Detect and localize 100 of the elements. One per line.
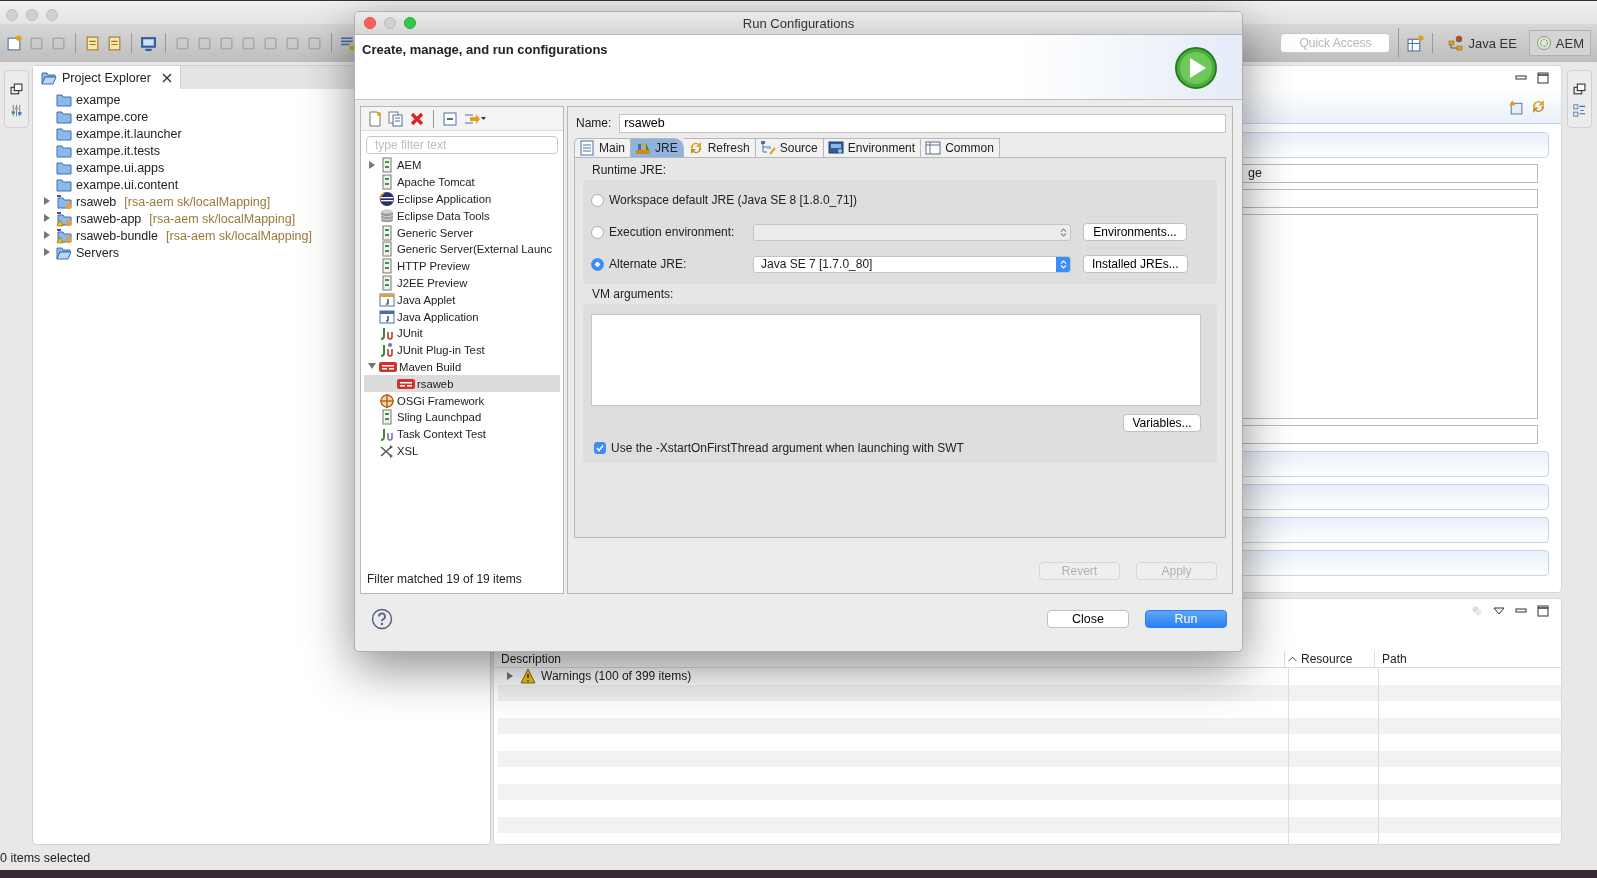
server-icon — [379, 258, 395, 275]
collapse-all-icon[interactable] — [442, 110, 458, 127]
configuration-item[interactable]: Java Applet — [364, 291, 560, 309]
radio-option[interactable]: Alternate JRE: — [591, 257, 741, 271]
configuration-item[interactable]: HTTP Preview — [364, 257, 560, 275]
folder-icon — [56, 159, 72, 176]
checkbox-option[interactable]: Use the -XstartOnFirstThread argument when launching with SWT — [591, 441, 1201, 455]
link-icon[interactable] — [106, 34, 123, 52]
aem-icon — [1535, 35, 1552, 51]
configuration-item[interactable]: Generic Server — [364, 224, 560, 241]
sliders-icon[interactable] — [10, 104, 23, 117]
restore-icon[interactable] — [10, 83, 23, 96]
server-icon — [379, 157, 395, 174]
help-icon[interactable] — [371, 608, 393, 630]
close-button[interactable] — [364, 17, 376, 29]
column-header[interactable]: Resource — [1284, 651, 1374, 667]
sync-icon[interactable] — [1530, 98, 1547, 115]
configuration-item[interactable]: Eclipse Data Tools — [364, 207, 560, 225]
configuration-item[interactable]: Java Application — [364, 308, 560, 325]
table-cell[interactable]: Warnings (100 of 399 items) — [498, 668, 1288, 685]
push-button[interactable]: Environments... — [1083, 223, 1187, 241]
name-label: Name: — [576, 116, 612, 130]
collapsed-arrow-icon[interactable] — [43, 214, 52, 223]
test-task-icon — [379, 426, 395, 443]
outline-icon[interactable] — [1573, 104, 1586, 117]
radio-option[interactable]: Execution environment: — [591, 225, 741, 239]
variables-button[interactable]: Variables... — [1123, 414, 1201, 432]
collapsed-arrow-icon[interactable] — [43, 248, 52, 257]
vm-arguments-field[interactable] — [591, 314, 1201, 406]
radio-button[interactable] — [591, 257, 604, 271]
project-warning-icon — [56, 227, 72, 244]
configuration-item[interactable]: JUnit Plug-in Test — [364, 341, 560, 359]
configuration-item[interactable]: Maven Build — [364, 358, 560, 376]
radio-option[interactable]: Workspace default JRE (Java SE 8 [1.8.0_71]) — [591, 193, 857, 207]
delete-icon[interactable] — [409, 110, 425, 127]
application-window-icon — [379, 308, 395, 325]
tab[interactable]: Environment — [823, 138, 922, 157]
publish-icon[interactable] — [1507, 98, 1524, 115]
repository-tag: [rsa-aem sk/localMapping] — [166, 228, 312, 243]
column-header[interactable]: Description — [494, 651, 1284, 667]
checkbox[interactable] — [594, 442, 606, 454]
maven-icon — [397, 377, 415, 390]
repository-tag: [rsa-aem sk/localMapping] — [149, 211, 296, 226]
quick-access-field[interactable]: Quick Access — [1280, 33, 1391, 53]
close-icon[interactable] — [161, 72, 172, 83]
dropdown[interactable]: Java SE 7 [1.7.0_80] — [753, 255, 1071, 273]
duplicate-icon[interactable] — [388, 110, 404, 127]
stepper-arrows-icon[interactable] — [1056, 256, 1070, 272]
column-header[interactable]: Path — [1374, 651, 1561, 667]
configuration-item[interactable]: Sling Launchpad — [364, 408, 560, 426]
filter-status: Filter matched 19 of 19 items — [366, 572, 523, 588]
maximize-icon[interactable] — [1537, 72, 1549, 84]
tab[interactable]: Source — [755, 138, 824, 157]
zoom-button[interactable] — [404, 17, 416, 29]
library-icon — [635, 140, 651, 156]
configuration-item[interactable]: Task Context Test — [364, 425, 560, 443]
perspective-button[interactable]: Java EE — [1441, 30, 1524, 56]
console-icon[interactable] — [140, 34, 157, 52]
open-folder-icon — [41, 69, 57, 86]
new-file-icon[interactable] — [367, 110, 383, 127]
configuration-item[interactable]: Eclipse Application — [364, 190, 560, 208]
open-perspective-icon[interactable] — [1407, 34, 1425, 52]
restore-icon[interactable] — [1573, 83, 1586, 96]
collapsed-arrow-icon[interactable] — [506, 671, 515, 681]
server-icon — [379, 274, 395, 291]
configuration-item[interactable]: rsaweb — [364, 375, 560, 393]
configuration-item[interactable]: J2EE Preview — [364, 274, 560, 292]
configuration-item[interactable]: OSGi Framework — [364, 392, 560, 409]
tab[interactable]: Refresh — [683, 138, 756, 157]
view-menu-icon[interactable] — [1493, 605, 1505, 617]
view-tab[interactable]: Project Explorer — [33, 66, 181, 89]
monitor-icon — [827, 140, 844, 156]
configuration-item[interactable]: AEM — [364, 157, 560, 174]
collapsed-arrow-icon[interactable] — [368, 160, 377, 170]
perspective-button[interactable]: AEM — [1528, 30, 1591, 56]
tab[interactable]: Main — [574, 138, 631, 157]
task-icon[interactable] — [84, 34, 101, 52]
radio-button[interactable] — [591, 225, 604, 239]
configuration-item[interactable]: XSL — [364, 442, 560, 460]
configuration-item[interactable]: Generic Server(External Launc — [364, 241, 560, 258]
configuration-item[interactable]: JUnit — [364, 324, 560, 342]
tab[interactable]: JRE — [631, 138, 684, 157]
filter-field[interactable]: type filter text — [366, 136, 558, 154]
crossed-arrows-icon — [379, 442, 395, 459]
server-icon — [379, 224, 395, 241]
applet-window-icon — [379, 291, 395, 308]
new-icon[interactable] — [6, 34, 23, 52]
radio-button[interactable] — [591, 193, 604, 207]
test-icon — [379, 342, 395, 359]
project-item[interactable]: exampe — [43, 91, 490, 108]
dialog-button[interactable]: Close — [1047, 610, 1129, 628]
open-folder-icon — [56, 244, 72, 261]
configuration-item[interactable]: Apache Tomcat — [364, 173, 560, 191]
tab[interactable]: Common — [921, 138, 1000, 157]
maximize-icon[interactable] — [1537, 605, 1549, 617]
project-item[interactable]: exampe.core — [43, 108, 490, 125]
collapsed-arrow-icon[interactable] — [43, 197, 52, 206]
push-button[interactable]: Installed JREs... — [1083, 255, 1188, 273]
collapsed-arrow-icon[interactable] — [43, 231, 52, 240]
name-field[interactable]: rsaweb — [619, 113, 1226, 133]
